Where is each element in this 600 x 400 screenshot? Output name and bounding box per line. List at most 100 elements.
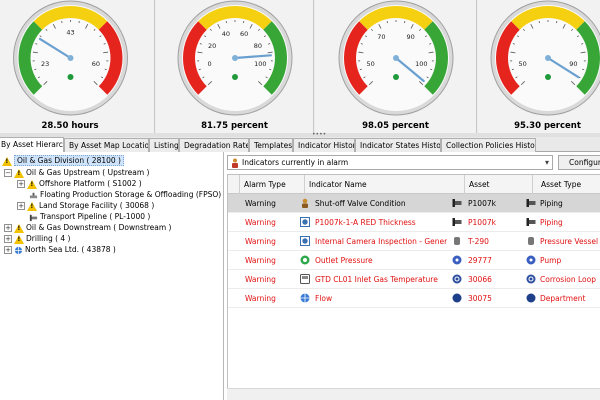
expand-icon[interactable]: + — [4, 246, 12, 254]
collapse-icon[interactable]: − — [4, 169, 12, 177]
asset-type-cell: Piping — [540, 199, 563, 208]
gauge-tick-label: 100 — [254, 60, 266, 68]
table-row[interactable]: Warning Shut-off Valve Condition P1007k Pip… — [228, 194, 600, 213]
column-header-alarm-type[interactable]: Alarm Type — [240, 175, 305, 194]
tab-by-asset-hierarchy[interactable]: By Asset Hierarchy — [0, 137, 64, 153]
tab-collection-policies-history[interactable]: Collection Policies History — [441, 138, 536, 152]
asset-type-cell: Corrosion Loop — [540, 275, 596, 284]
indicator-name-cell[interactable]: Outlet Pressure — [315, 251, 447, 270]
gauge-status-dot — [232, 74, 238, 80]
gauge-tick-label: 60 — [240, 30, 248, 38]
indicator-name-cell[interactable]: Flow — [315, 289, 447, 308]
indicator-name-cell[interactable]: GTD CL01 Inlet Gas Temperature — [315, 270, 447, 289]
grid-header: Alarm Type Indicator Name Asset Asset Ty… — [228, 175, 600, 194]
tree-node-label[interactable]: Oil & Gas Division ( 28100 ) — [14, 155, 124, 166]
expand-icon[interactable]: + — [17, 180, 25, 188]
tree-node[interactable]: + Oil & Gas Downstream ( Downstream ) — [4, 222, 171, 233]
asset-cell[interactable]: 30066 — [468, 270, 530, 289]
alarm-filter-value: Indicators currently in alarm — [242, 158, 349, 167]
gauge-dial: 0 20 40 60 80 100 — [177, 0, 293, 116]
expand-icon[interactable]: + — [4, 224, 12, 232]
alarm-type-cell: Warning — [245, 275, 276, 284]
tab-indicator-history[interactable]: Indicator History — [293, 138, 355, 152]
warning-icon — [14, 223, 24, 233]
alarm-filter-select[interactable]: Indicators currently in alarm ▾ — [227, 155, 553, 170]
column-header-indicator-name[interactable]: Indicator Name — [305, 175, 465, 194]
gauge-dial: 50 90 — [490, 0, 600, 116]
asset-pipe-icon — [452, 199, 462, 207]
tree-node[interactable]: + North Sea Ltd. ( 43878 ) — [4, 244, 116, 255]
asset-pipe-icon — [452, 218, 462, 226]
indicator-camera-icon — [300, 236, 310, 246]
tab-templates[interactable]: Templates — [249, 138, 293, 152]
tree-node[interactable]: Oil & Gas Division ( 28100 ) — [2, 155, 124, 166]
expand-icon[interactable]: + — [4, 235, 12, 243]
tree-node[interactable]: + Offshore Platform ( S1002 ) — [17, 178, 142, 189]
asset-department-icon — [452, 293, 462, 303]
tree-node[interactable]: − Oil & Gas Upstream ( Upstream ) — [4, 167, 149, 178]
table-row[interactable]: Warning Internal Camera Inspection - Gene… — [228, 232, 600, 251]
column-header-row-indicator — [228, 175, 240, 194]
gauge-hub — [545, 55, 551, 61]
tree-node-label[interactable]: Offshore Platform ( S1002 ) — [39, 179, 142, 188]
tree-node-label[interactable]: Oil & Gas Upstream ( Upstream ) — [26, 168, 149, 177]
tree-node-label[interactable]: Drilling ( 4 ) — [26, 234, 70, 243]
tab-degradation-rates[interactable]: Degradation Rates — [179, 138, 249, 152]
gauge-hub — [67, 55, 74, 61]
gauge-tick-label: 80 — [254, 42, 262, 50]
tree-node-label[interactable]: Land Storage Facility ( 30068 ) — [39, 201, 154, 210]
globe-icon — [14, 246, 23, 254]
gauge-panel: 0 20 40 60 80 100 81.75 percent — [156, 0, 314, 133]
indicator-name-cell[interactable]: P1007k-1-A RED Thickness — [315, 213, 447, 232]
gauge-strip: 23 43 60 28.50 hours 0 20 40 60 80 100 81.75 pe… — [0, 0, 600, 133]
asset-loop-icon — [452, 274, 462, 284]
gauge-value: 28.50 hours — [41, 121, 99, 131]
asset-cell[interactable]: P1007k — [468, 194, 530, 213]
asset-cell[interactable]: P1007k — [468, 213, 530, 232]
tree-node[interactable]: Transport Pipeline ( PL-1000 ) — [29, 211, 150, 222]
tree-node-label[interactable]: Oil & Gas Downstream ( Downstream ) — [26, 223, 171, 232]
horizontal-scrollbar[interactable] — [227, 388, 600, 400]
column-header-asset[interactable]: Asset — [465, 175, 533, 194]
asset-type-cell: Piping — [540, 218, 563, 227]
table-row[interactable]: Warning Flow 30075 Department — [228, 289, 600, 308]
table-row[interactable]: Warning Outlet Pressure 29777 Pump — [228, 251, 600, 270]
tree-node-label[interactable]: Floating Production Storage & Offloading… — [40, 190, 223, 199]
tree-node[interactable]: + Drilling ( 4 ) — [4, 233, 70, 244]
column-header-asset-type[interactable]: Asset Type — [533, 175, 600, 194]
chevron-down-icon[interactable]: ▾ — [545, 158, 549, 167]
gauge-panel: 50 70 90 100 98.05 percent — [315, 0, 477, 133]
tab-listing[interactable]: Listing — [149, 138, 179, 152]
gauge-status-dot — [545, 74, 551, 80]
gauge-panel: 50 90 95.30 percent — [478, 0, 600, 133]
person-alarm-icon — [232, 158, 238, 168]
tab-bar: By Asset Hierarchy By Asset Map Location… — [0, 137, 600, 153]
expand-icon[interactable]: + — [17, 202, 25, 210]
asset-cell[interactable]: 30075 — [468, 289, 530, 308]
warning-icon — [14, 234, 24, 244]
tab-by-asset-map-location[interactable]: By Asset Map Location — [64, 138, 149, 152]
asset-cell[interactable]: T-290 — [468, 232, 530, 251]
tree-node[interactable]: + Land Storage Facility ( 30068 ) — [17, 200, 154, 211]
gauge-tick-label: 90 — [406, 33, 414, 41]
gauge-tick-label: 90 — [569, 60, 577, 68]
tree-node-label[interactable]: North Sea Ltd. ( 43878 ) — [25, 245, 116, 254]
gauge-hub — [232, 55, 238, 61]
tab-indicator-states-history[interactable]: Indicator States History — [355, 138, 441, 152]
asset-type-vessel-icon — [528, 237, 534, 245]
asset-type-pipe-icon — [526, 218, 536, 226]
table-row[interactable]: Warning P1007k-1-A RED Thickness P1007k Pip… — [228, 213, 600, 232]
warning-icon — [27, 179, 37, 189]
tree-node-label[interactable]: Transport Pipeline ( PL-1000 ) — [40, 212, 150, 221]
indicator-name-cell[interactable]: Shut-off Valve Condition — [315, 194, 447, 213]
indicator-name-cell[interactable]: Internal Camera Inspection - General... — [315, 232, 447, 251]
alarm-type-cell: Warning — [245, 256, 276, 265]
asset-type-cell: Pressure Vessel — [540, 237, 599, 246]
gauge-tick-label: 100 — [415, 60, 427, 68]
tree-node[interactable]: Floating Production Storage & Offloading… — [29, 189, 223, 200]
configure-button[interactable]: Configura — [558, 155, 600, 170]
table-row[interactable]: Warning GTD CL01 Inlet Gas Temperature 300… — [228, 270, 600, 289]
gauge-hub — [393, 55, 399, 61]
gauge-tick-label: 43 — [66, 29, 74, 37]
asset-cell[interactable]: 29777 — [468, 251, 530, 270]
